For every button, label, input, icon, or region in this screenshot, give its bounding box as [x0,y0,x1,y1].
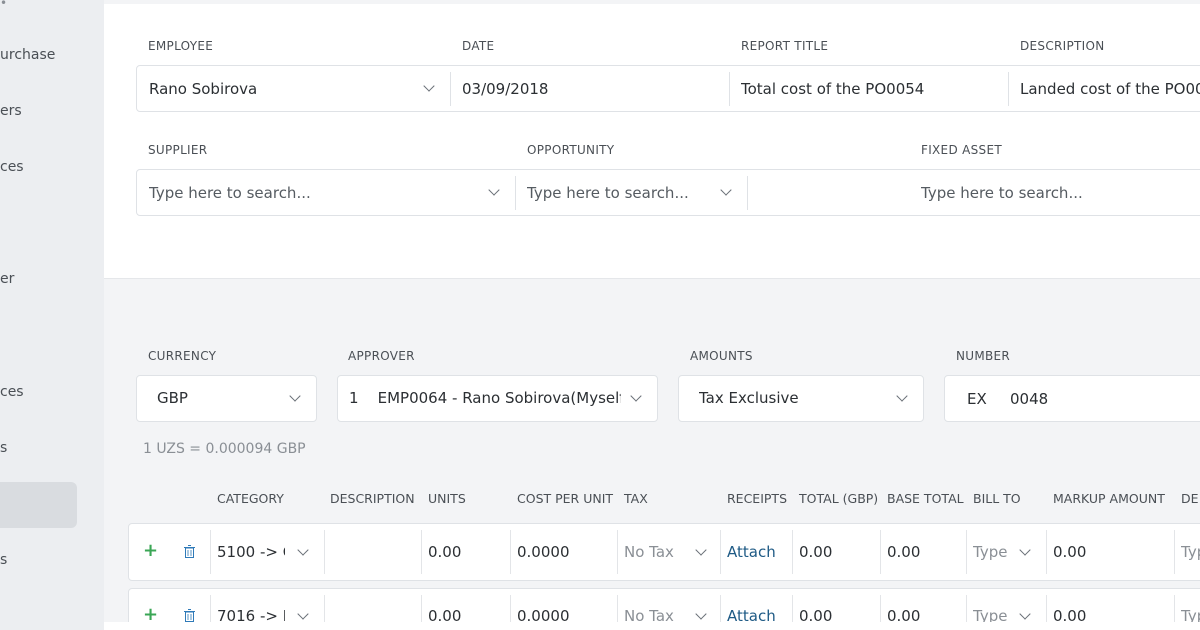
fixed-asset-label: FIXED ASSET [921,143,1002,157]
number-label: NUMBER [956,349,1011,363]
cell-divider [720,530,721,574]
cell-divider [1174,595,1175,625]
field-divider [747,176,748,210]
column-header-description: DESCRIPTION [330,491,415,506]
bill-to-select[interactable]: Type [973,543,1009,561]
currency-label: CURRENCY [148,349,217,363]
column-header-description-2: DE [1181,491,1199,506]
trash-icon[interactable] [184,545,195,558]
cell-divider [210,530,211,574]
column-header-total: TOTAL (GBP) [799,491,879,506]
approver-label: APPROVER [348,349,415,363]
markup-amount-field[interactable]: 0.00 [1053,543,1086,561]
sidebar-item-prices[interactable]: ces [0,384,24,400]
bottom-edge [104,622,1200,630]
column-header-cost-per-unit: COST PER UNIT [517,491,614,506]
report-title-field[interactable]: Total cost of the PO0054 [741,80,1001,98]
sidebar-item-order[interactable]: er [0,271,14,287]
employee-select[interactable]: Rano Sobirova [149,80,409,98]
field-divider [515,176,516,210]
fixed-asset-search-input[interactable]: Type here to search... [921,184,1191,202]
plus-icon[interactable]: + [143,540,158,561]
cell-divider [880,530,881,574]
cell-divider [1046,530,1047,574]
cell-divider [720,595,721,625]
cell-divider [510,530,511,574]
approver-value: 1 EMP0064 - Rano Sobirova(Myself) [349,389,621,407]
sidebar-item-expenses[interactable]: s [0,440,7,456]
column-header-tax: TAX [624,491,648,506]
sidebar: •̈ urchase ers ces er ces s s [0,0,104,630]
cell-divider [1174,530,1175,574]
date-field[interactable]: 03/09/2018 [462,80,712,98]
opportunity-search-input[interactable]: Type here to search... [527,184,707,202]
sidebar-item-reports[interactable]: s [0,552,7,568]
report-title-label: REPORT TITLE [741,39,829,53]
cell-divider [324,595,325,625]
amounts-label: AMOUNTS [690,349,753,363]
field-divider [729,72,730,106]
sidebar-item-invoices[interactable]: ces [0,159,24,175]
column-header-base-total: BASE TOTAL [887,491,964,506]
date-label: DATE [462,39,495,53]
column-header-category: CATEGORY [217,491,284,506]
row-description-input[interactable]: Typ [1181,543,1200,561]
description-label: DESCRIPTION [1020,39,1105,53]
exchange-rate-text: 1 UZS = 0.000094 GBP [143,441,306,457]
trash-icon[interactable] [184,609,195,622]
field-divider [1008,72,1009,106]
cell-divider [792,595,793,625]
currency-value: GBP [157,389,188,407]
employee-label: EMPLOYEE [148,39,214,53]
sidebar-active-highlight[interactable] [0,482,77,528]
column-header-receipts: RECEIPTS [727,491,788,506]
description-field[interactable]: Landed cost of the PO0054 [1020,80,1200,98]
cell-divider [617,530,618,574]
units-field[interactable]: 0.00 [428,543,461,561]
sidebar-item-top-clip[interactable]: •̈ [0,0,7,10]
sidebar-item-purchase[interactable]: urchase [0,47,55,63]
sidebar-item-suppliers[interactable]: ers [0,103,22,119]
cell-divider [966,530,967,574]
supplier-label: SUPPLIER [148,143,208,157]
column-header-markup-amount: MARKUP AMOUNT [1053,491,1165,506]
cell-divider [421,530,422,574]
category-select[interactable]: 5100 -> C [217,543,285,561]
cell-divider [510,595,511,625]
field-divider [450,72,451,106]
cell-divider [324,530,325,574]
cell-divider [617,595,618,625]
cell-divider [1046,595,1047,625]
total-value: 0.00 [799,543,833,561]
supplier-search-input[interactable]: Type here to search... [149,184,469,202]
cell-divider [210,595,211,625]
number-value[interactable]: 0048 [1010,390,1048,408]
cell-divider [792,530,793,574]
cell-divider [880,595,881,625]
base-total-value: 0.00 [887,543,921,561]
column-header-bill-to: BILL TO [973,491,1021,506]
cost-per-unit-field[interactable]: 0.0000 [517,543,570,561]
cell-divider [421,595,422,625]
amounts-value: Tax Exclusive [699,389,799,407]
cell-divider [966,595,967,625]
opportunity-label: OPPORTUNITY [527,143,615,157]
column-header-units: UNITS [428,491,466,506]
attach-receipt-link[interactable]: Attach [727,543,776,561]
tax-select[interactable]: No Tax [624,543,674,561]
number-prefix: EX [967,390,987,408]
